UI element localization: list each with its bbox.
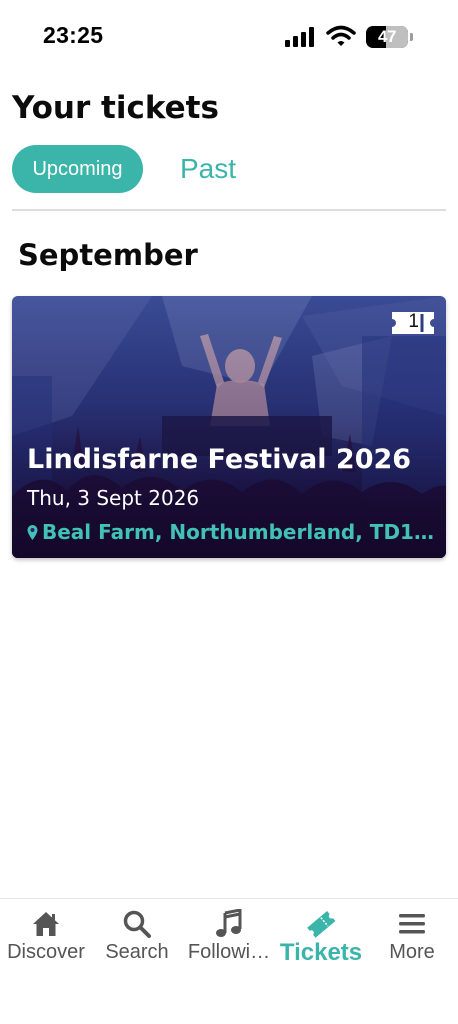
nav-item-discover[interactable]: Discover — [0, 899, 92, 969]
event-name: Lindisfarne Festival 2026 — [27, 444, 412, 475]
menu-icon — [399, 914, 425, 934]
nav-item-tickets[interactable]: Tickets — [275, 899, 367, 969]
location-pin-icon — [27, 524, 38, 540]
status-bar: 23:25 47 — [0, 0, 458, 72]
tab-upcoming[interactable]: Upcoming — [12, 145, 143, 193]
battery-indicator: 47 — [366, 26, 408, 48]
nav-label-search: Search — [105, 941, 169, 963]
nav-item-more[interactable]: More — [366, 899, 458, 969]
ticket-tabs: Upcoming Past — [12, 145, 452, 193]
tabs-divider — [12, 209, 446, 211]
cellular-signal-icon — [285, 27, 314, 47]
ticket-count: 1 — [408, 311, 419, 332]
nav-item-following[interactable]: Followi… — [183, 899, 275, 969]
tab-past[interactable]: Past — [180, 145, 236, 193]
battery-percentage: 47 — [378, 27, 396, 46]
nav-label-tickets: Tickets — [279, 939, 363, 966]
nav-label-discover: Discover — [7, 941, 85, 963]
ticket-icon — [307, 911, 336, 938]
nav-label-following: Followi… — [187, 941, 271, 963]
page-title: Your tickets — [12, 90, 219, 126]
wifi-icon — [326, 25, 356, 46]
status-time: 23:25 — [43, 22, 104, 48]
bottom-navigation: Discover Search Followi… Tickets More — [0, 898, 458, 1024]
search-icon — [123, 910, 151, 938]
event-card[interactable]: 1 Lindisfarne Festival 2026 Thu, 3 Sept … — [12, 296, 446, 558]
nav-item-search[interactable]: Search — [91, 899, 183, 969]
section-heading-month: September — [18, 238, 198, 272]
nav-label-more: More — [389, 941, 435, 963]
event-date: Thu, 3 Sept 2026 — [27, 486, 200, 510]
home-icon — [33, 912, 59, 936]
event-location: Beal Farm, Northumberland, TD15 … — [27, 520, 437, 544]
image-overlay — [12, 296, 446, 558]
event-location-text: Beal Farm, Northumberland, TD15 … — [42, 520, 437, 544]
music-note-icon — [216, 909, 242, 937]
battery-nub — [410, 33, 413, 41]
